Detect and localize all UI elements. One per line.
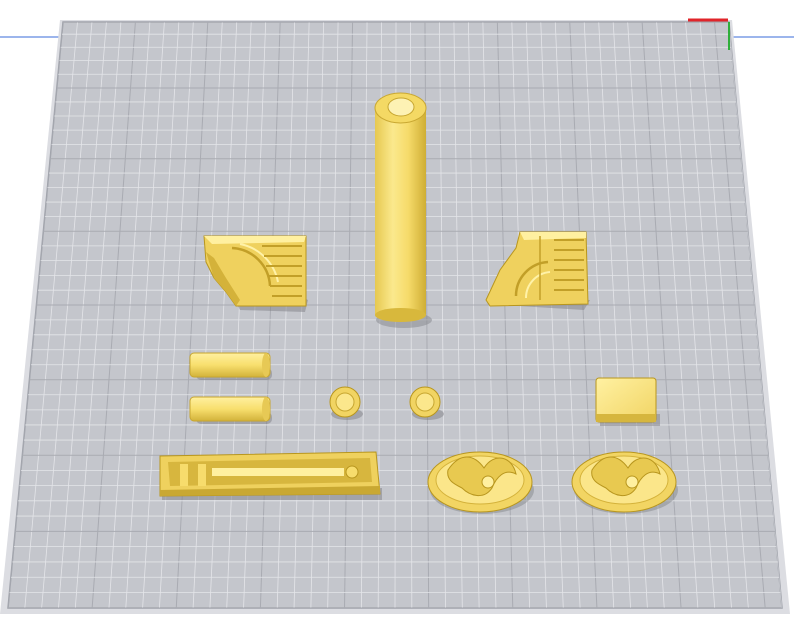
model-pin-1[interactable] <box>189 352 272 380</box>
model-emblem-2[interactable] <box>571 451 678 514</box>
model-pin-2[interactable] <box>189 396 272 424</box>
model-block[interactable] <box>595 377 660 426</box>
tube-hole <box>387 97 415 117</box>
model-rail[interactable] <box>159 451 382 500</box>
3d-viewport[interactable] <box>0 0 794 624</box>
build-plate-scene[interactable] <box>0 0 794 624</box>
model-tube[interactable] <box>374 92 432 328</box>
model-emblem-1[interactable] <box>427 451 534 514</box>
